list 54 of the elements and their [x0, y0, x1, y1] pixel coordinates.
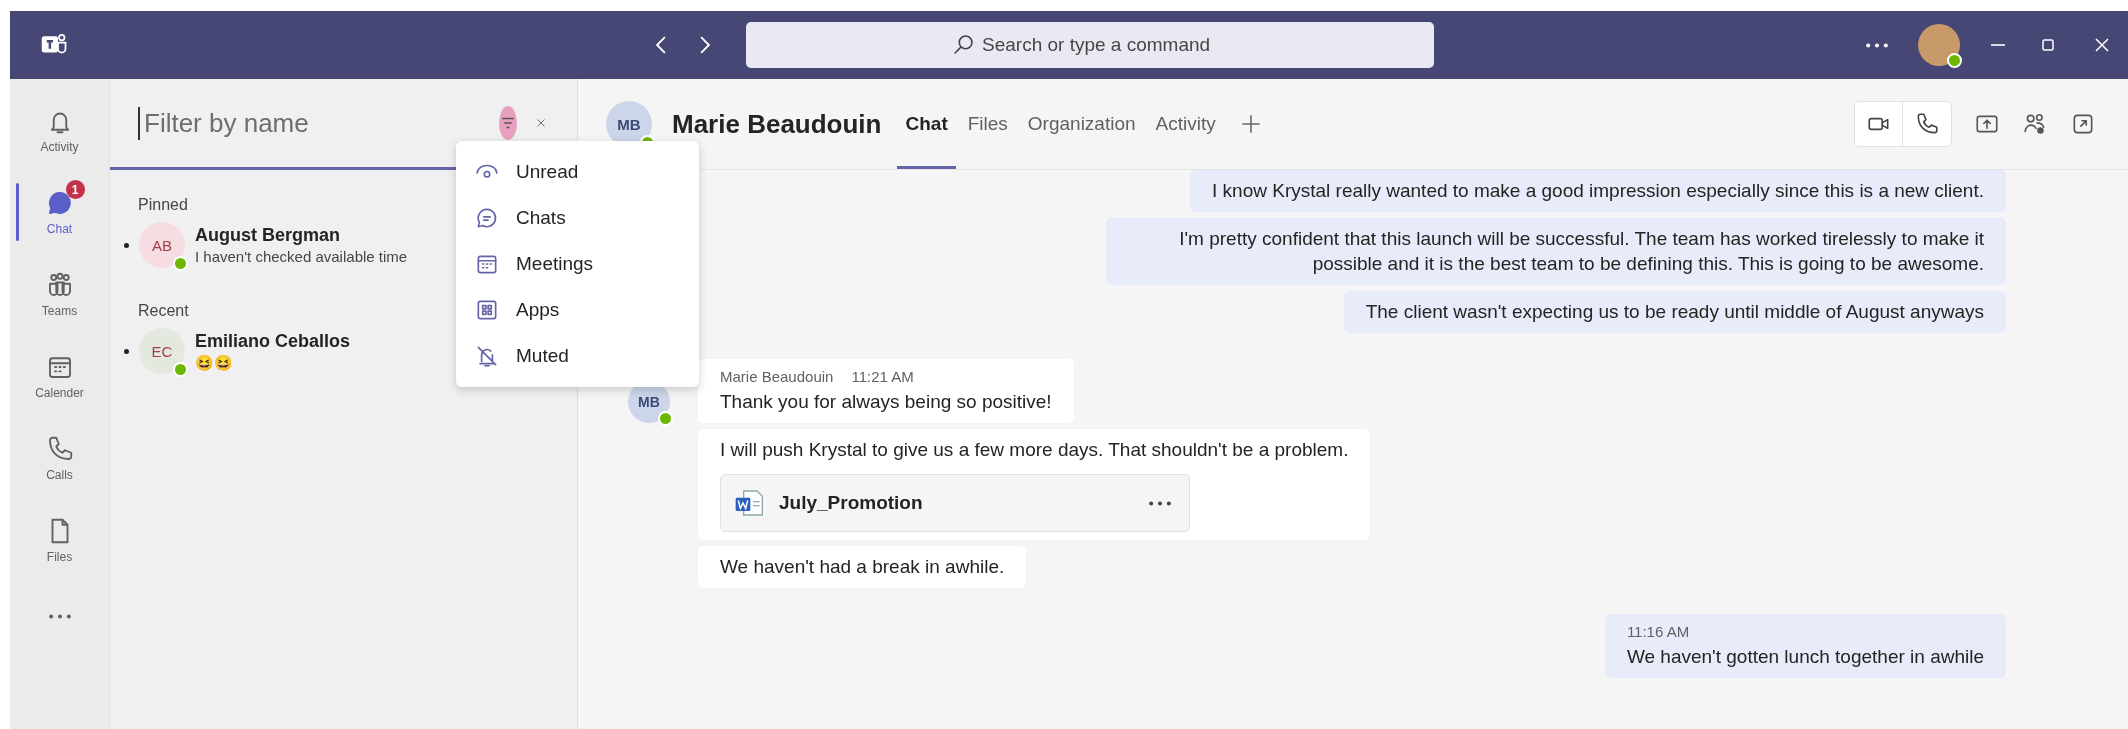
avatar-initials: MB — [638, 393, 660, 410]
tab[interactable]: Chat — [897, 79, 956, 169]
message-text: I'm pretty confident that this launch will be successful. The team has worked tirelessly to make it possible and it is the best team to be defining this. This is going to be awesome. — [1178, 226, 1984, 277]
avatar-initials: AB — [152, 236, 172, 254]
filter-button[interactable] — [499, 106, 517, 140]
rail-item[interactable]: 1 Chat — [10, 171, 109, 253]
file-name: July_Promotion — [779, 491, 923, 516]
presence-dot — [173, 362, 188, 377]
menu-item[interactable]: Apps — [456, 287, 699, 333]
tab[interactable]: Activity — [1147, 79, 1224, 169]
menu-item[interactable]: Muted — [456, 333, 699, 379]
rail-item[interactable]: Calls — [10, 417, 109, 499]
tab[interactable]: Organization — [1019, 79, 1144, 169]
more-icon — [48, 614, 71, 619]
section-heading: Recent — [138, 302, 189, 320]
menu-item[interactable]: Unread — [456, 149, 699, 195]
message-preview: I haven't checked available time — [195, 248, 408, 265]
sender-name: Marie Beaudouin — [720, 366, 834, 387]
message-text: We haven't had a break in awhile. — [720, 555, 1005, 580]
unread-badge: 1 — [65, 180, 85, 199]
menu-item[interactable]: Chats — [456, 195, 699, 241]
rail-item[interactable]: Teams — [10, 253, 109, 335]
presence-dot — [658, 410, 673, 426]
rail-item[interactable]: Files — [10, 499, 109, 581]
more-icon — [1149, 500, 1171, 506]
tab[interactable]: Files — [959, 79, 1016, 169]
file-attachment[interactable]: July_Promotion — [720, 474, 1190, 533]
timestamp: 11:21 AM — [851, 366, 914, 387]
timestamp: 11:16 AM — [1626, 621, 1690, 642]
avatar-initials: MB — [617, 115, 641, 133]
contact-name: Emiliano Ceballos — [195, 330, 351, 352]
message-text: We haven't gotten lunch together in awhile — [1626, 645, 1984, 670]
search-icon — [954, 35, 973, 54]
bullet-dot — [124, 242, 129, 248]
filter-field[interactable]: Filter by name — [138, 106, 481, 140]
section-heading: Pinned — [138, 196, 188, 214]
rail-item[interactable]: Calender — [10, 335, 109, 417]
avatar-initials: EC — [151, 342, 173, 360]
message-preview: 😆😆 — [195, 353, 234, 372]
message-text: I will push Krystal to give us a few more days. That shouldn't be a problem. — [720, 437, 1349, 462]
message-text: I know Krystal really wanted to make a good impression especially since this is a new client. — [1212, 179, 1984, 203]
presence-dot — [1947, 53, 1962, 68]
contact-name: Marie Beaudouin — [672, 108, 882, 140]
message-text: Thank you for always being so positive! — [720, 389, 1052, 414]
minimize-icon — [1990, 44, 2006, 46]
presence-dot — [173, 256, 188, 271]
menu-item[interactable]: Meetings — [456, 241, 699, 287]
contact-name: August Bergman — [195, 225, 341, 246]
bullet-dot — [124, 348, 129, 354]
search-field[interactable]: Search or type a command — [746, 22, 1434, 68]
more-icon — [1866, 42, 1888, 48]
profile-avatar[interactable] — [1918, 24, 1960, 66]
rail-item[interactable]: Activity — [10, 89, 109, 171]
message-text: The client wasn't expecting us to be ready until middle of August anyways — [1365, 299, 1984, 324]
